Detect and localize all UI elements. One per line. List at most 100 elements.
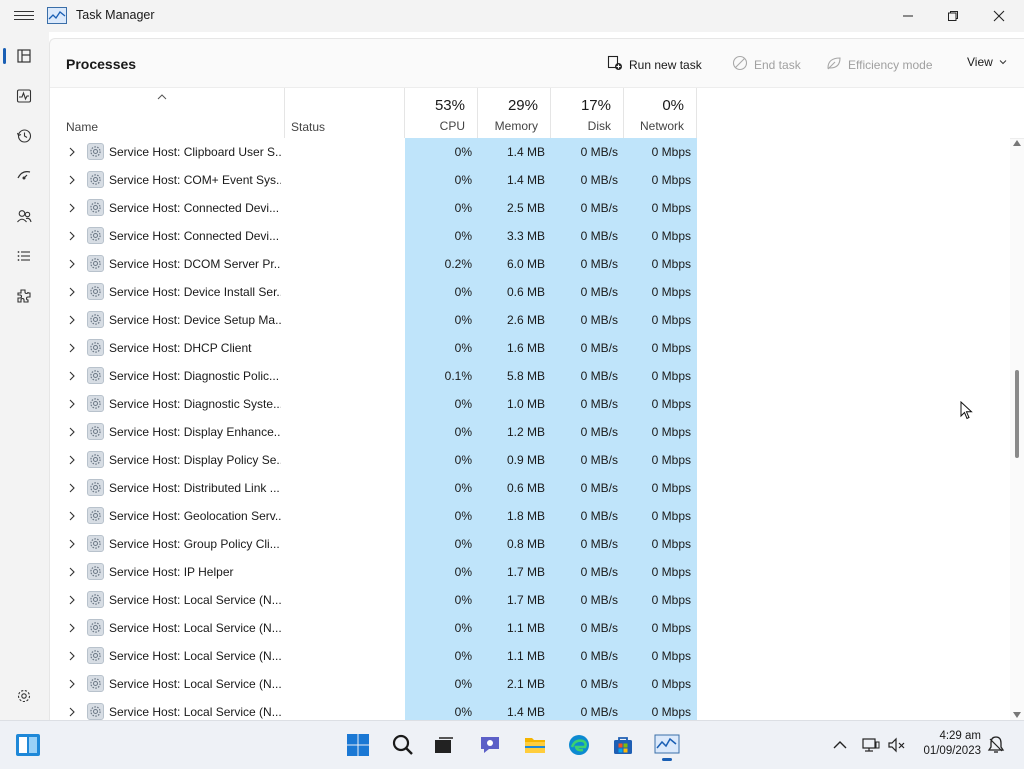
- search-icon[interactable]: [389, 731, 417, 759]
- chevron-down-icon: [999, 55, 1007, 69]
- expand-chevron-icon[interactable]: [67, 650, 77, 662]
- expand-chevron-icon[interactable]: [67, 706, 77, 718]
- edge-icon[interactable]: [565, 731, 593, 759]
- column-header-name[interactable]: Name: [66, 120, 98, 134]
- expand-chevron-icon[interactable]: [67, 258, 77, 270]
- services-nav-icon[interactable]: [8, 280, 40, 312]
- disk-value: 0 MB/s: [580, 565, 618, 579]
- expand-chevron-icon[interactable]: [67, 622, 77, 634]
- run-new-task-label: Run new task: [629, 57, 702, 72]
- service-host-gear-icon: [87, 311, 104, 328]
- run-new-task-button[interactable]: Run new task: [607, 55, 702, 74]
- leaf-icon: [826, 55, 842, 74]
- table-row[interactable]: Service Host: Device Install Ser... 0% 0.6…: [50, 278, 1010, 306]
- vertical-scrollbar[interactable]: [1010, 138, 1024, 720]
- column-header-memory[interactable]: 29% Memory: [478, 88, 544, 138]
- table-row[interactable]: Service Host: Local Service (N... 0% 2.1 M…: [50, 670, 1010, 698]
- processes-nav-icon[interactable]: [8, 40, 40, 72]
- details-nav-icon[interactable]: [8, 240, 40, 272]
- column-divider[interactable]: [284, 88, 285, 138]
- notification-bell-icon[interactable]: [984, 731, 1008, 759]
- restore-button[interactable]: [930, 0, 976, 32]
- table-row[interactable]: Service Host: Local Service (N... 0% 1.1 M…: [50, 642, 1010, 670]
- file-explorer-icon[interactable]: [521, 731, 549, 759]
- column-header-status[interactable]: Status: [291, 120, 325, 134]
- expand-chevron-icon[interactable]: [67, 342, 77, 354]
- expand-chevron-icon[interactable]: [67, 594, 77, 606]
- scroll-up-arrow-icon[interactable]: [1013, 140, 1021, 146]
- task-view-icon[interactable]: [430, 731, 458, 759]
- expand-chevron-icon[interactable]: [67, 482, 77, 494]
- widgets-icon[interactable]: [14, 731, 42, 759]
- app-history-nav-icon[interactable]: [8, 120, 40, 152]
- show-hidden-icons-chevron-icon[interactable]: [830, 731, 850, 759]
- network-value: 0 Mbps: [651, 649, 691, 663]
- table-row[interactable]: Service Host: Diagnostic Polic... 0.1% 5.8…: [50, 362, 1010, 390]
- efficiency-mode-button[interactable]: Efficiency mode: [826, 55, 933, 74]
- table-row[interactable]: Service Host: Device Setup Ma... 0% 2.6 MB…: [50, 306, 1010, 334]
- table-row[interactable]: Service Host: Local Service (N... 0% 1.7 M…: [50, 586, 1010, 614]
- end-task-button[interactable]: End task: [732, 55, 801, 74]
- chat-icon[interactable]: [476, 731, 504, 759]
- users-nav-icon[interactable]: [8, 200, 40, 232]
- expand-chevron-icon[interactable]: [67, 230, 77, 242]
- table-row[interactable]: Service Host: DCOM Server Pr... 0.2% 6.0 M…: [50, 250, 1010, 278]
- start-icon[interactable]: [344, 731, 372, 759]
- settings-nav-icon[interactable]: [8, 680, 40, 712]
- startup-apps-nav-icon[interactable]: [8, 160, 40, 192]
- table-row[interactable]: Service Host: Clipboard User S... 0% 1.4 M…: [50, 138, 1010, 166]
- close-button[interactable]: [976, 0, 1022, 32]
- view-dropdown[interactable]: View: [967, 55, 1007, 69]
- table-row[interactable]: Service Host: IP Helper 0% 1.7 MB 0 MB/s 0 M…: [50, 558, 1010, 586]
- expand-chevron-icon[interactable]: [67, 454, 77, 466]
- volume-muted-icon[interactable]: [885, 731, 909, 759]
- expand-chevron-icon[interactable]: [67, 174, 77, 186]
- disk-value: 0 MB/s: [580, 145, 618, 159]
- table-row[interactable]: Service Host: Diagnostic Syste... 0% 1.0 M…: [50, 390, 1010, 418]
- table-row[interactable]: Service Host: Connected Devi... 0% 2.5 MB 0…: [50, 194, 1010, 222]
- table-row[interactable]: Service Host: Local Service (N... 0% 1.1 M…: [50, 614, 1010, 642]
- process-name: Service Host: Device Install Ser...: [109, 285, 281, 299]
- sort-ascending-icon[interactable]: [157, 92, 167, 103]
- hamburger-menu-icon[interactable]: [14, 8, 34, 24]
- column-divider[interactable]: [696, 88, 697, 138]
- table-row[interactable]: Service Host: Connected Devi... 0% 3.3 MB 0…: [50, 222, 1010, 250]
- store-icon[interactable]: [609, 731, 637, 759]
- minimize-button[interactable]: [885, 0, 931, 32]
- task-manager-icon[interactable]: [653, 731, 681, 761]
- table-row[interactable]: Service Host: Distributed Link ... 0% 0.6 …: [50, 474, 1010, 502]
- expand-chevron-icon[interactable]: [67, 370, 77, 382]
- expand-chevron-icon[interactable]: [67, 678, 77, 690]
- expand-chevron-icon[interactable]: [67, 426, 77, 438]
- expand-chevron-icon[interactable]: [67, 286, 77, 298]
- table-row[interactable]: Service Host: Local Service (N... 0% 1.4 M…: [50, 698, 1010, 720]
- scroll-down-arrow-icon[interactable]: [1013, 712, 1021, 718]
- expand-chevron-icon[interactable]: [67, 566, 77, 578]
- column-header-network[interactable]: 0% Network: [624, 88, 690, 138]
- memory-value: 1.1 MB: [506, 649, 545, 663]
- column-header-cpu[interactable]: 53% CPU: [405, 88, 471, 138]
- service-host-gear-icon: [87, 255, 104, 272]
- expand-chevron-icon[interactable]: [67, 314, 77, 326]
- expand-chevron-icon[interactable]: [67, 202, 77, 214]
- table-row[interactable]: Service Host: COM+ Event Sys... 0% 1.4 MB 0…: [50, 166, 1010, 194]
- service-host-gear-icon: [87, 675, 104, 692]
- table-row[interactable]: Service Host: Display Policy Se... 0% 0.9 …: [50, 446, 1010, 474]
- table-row[interactable]: Service Host: DHCP Client 0% 1.6 MB 0 MB/s 0…: [50, 334, 1010, 362]
- network-icon[interactable]: [859, 731, 883, 759]
- system-clock[interactable]: 4:29 am 01/09/2023: [915, 729, 981, 759]
- expand-chevron-icon[interactable]: [67, 146, 77, 158]
- process-name: Service Host: Device Setup Ma...: [109, 313, 281, 327]
- table-row[interactable]: Service Host: Group Policy Cli... 0% 0.8 M…: [50, 530, 1010, 558]
- scroll-thumb[interactable]: [1015, 370, 1019, 458]
- cpu-value: 0%: [454, 425, 472, 439]
- table-row[interactable]: Service Host: Display Enhance... 0% 1.2 MB…: [50, 418, 1010, 446]
- expand-chevron-icon[interactable]: [67, 538, 77, 550]
- column-header-disk[interactable]: 17% Disk: [551, 88, 617, 138]
- performance-nav-icon[interactable]: [8, 80, 40, 112]
- clock-date: 01/09/2023: [923, 745, 981, 757]
- cpu-value: 0%: [454, 313, 472, 327]
- table-row[interactable]: Service Host: Geolocation Serv... 0% 1.8 M…: [50, 502, 1010, 530]
- expand-chevron-icon[interactable]: [67, 398, 77, 410]
- expand-chevron-icon[interactable]: [67, 510, 77, 522]
